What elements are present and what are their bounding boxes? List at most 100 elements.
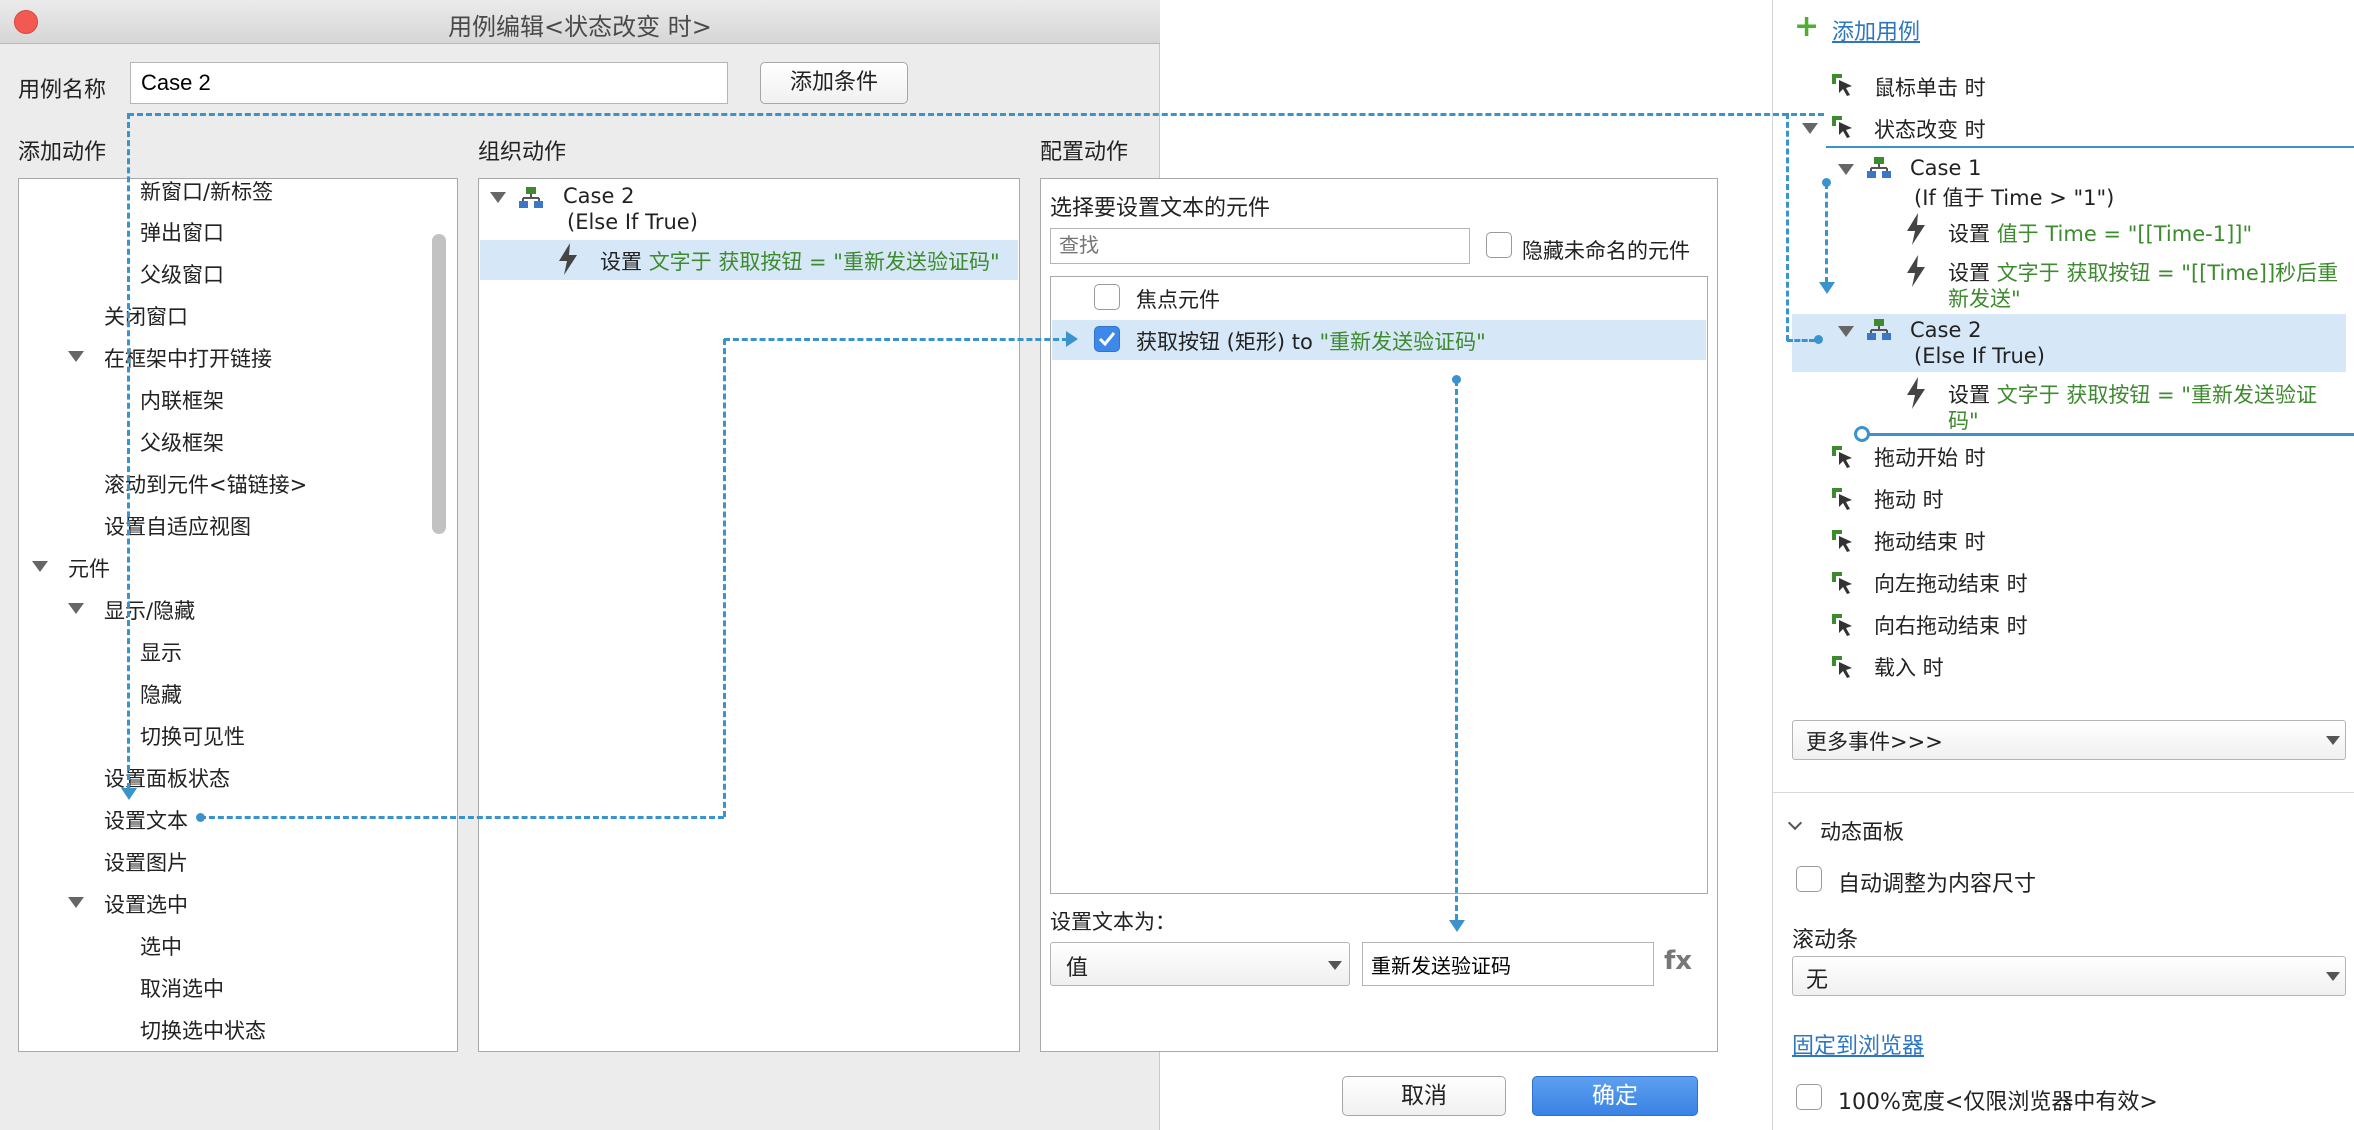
add-action-panel bbox=[18, 178, 458, 1052]
action-hide[interactable]: 隐藏 bbox=[140, 679, 182, 709]
action-detail: 文字于 获取按钮 = "重新发送验证码" bbox=[648, 250, 1000, 274]
action-detail-cont: 新发送" bbox=[1948, 287, 2021, 311]
hide-unnamed-label: 隐藏未命名的元件 bbox=[1522, 239, 1690, 263]
organize-action-panel bbox=[478, 178, 1020, 1052]
organize-case-condition: (Else If True) bbox=[567, 210, 698, 234]
event-cursor-icon bbox=[1832, 116, 1852, 138]
more-events-value: 更多事件>>> bbox=[1806, 730, 1943, 754]
event-mouse-click[interactable]: 鼠标单击 时 bbox=[1874, 72, 1986, 102]
ok-button[interactable]: 确定 bbox=[1532, 1076, 1698, 1116]
connector-arrow bbox=[1449, 920, 1465, 932]
event-drag[interactable]: 拖动 时 bbox=[1874, 484, 1944, 514]
action-select[interactable]: 选中 bbox=[140, 931, 182, 961]
event-load[interactable]: 载入 时 bbox=[1874, 652, 1944, 682]
action-prefix: 设置 bbox=[600, 250, 642, 274]
expand-arrow-icon[interactable] bbox=[68, 897, 84, 908]
event-cursor-icon bbox=[1832, 446, 1852, 468]
event-drag-end[interactable]: 拖动结束 时 bbox=[1874, 526, 1986, 556]
expand-arrow-icon[interactable] bbox=[68, 603, 84, 614]
case1-action1[interactable]: 设置 值于 Time = "[[Time-1]]" bbox=[1948, 218, 2252, 248]
connector-line bbox=[723, 339, 726, 817]
connector-line bbox=[724, 338, 1068, 341]
action-parent-window[interactable]: 父级窗口 bbox=[140, 259, 224, 289]
connector-arrow bbox=[1819, 282, 1835, 294]
text-type-value: 值 bbox=[1066, 956, 1089, 981]
widget-name: 获取按钮 (矩形) to bbox=[1136, 330, 1320, 354]
organize-case-label[interactable]: Case 2 bbox=[563, 184, 634, 208]
widget-list bbox=[1050, 276, 1708, 894]
add-case-link[interactable]: 添加用例 bbox=[1832, 14, 1920, 46]
action-set-text[interactable]: 设置文本 bbox=[104, 805, 188, 835]
case1-action2[interactable]: 设置 文字于 获取按钮 = "[[Time]]秒后重 新发送" bbox=[1948, 260, 2338, 312]
text-value-input[interactable] bbox=[1362, 942, 1654, 986]
organize-action-text[interactable]: 设置 文字于 获取按钮 = "重新发送验证码" bbox=[600, 246, 1000, 276]
connector-line bbox=[1787, 339, 1815, 342]
plus-icon[interactable]: + bbox=[1794, 12, 1819, 42]
action-set-selected[interactable]: 设置选中 bbox=[104, 889, 188, 919]
action-parent-frame[interactable]: 父级框架 bbox=[140, 427, 224, 457]
expand-arrow-icon[interactable] bbox=[490, 192, 506, 203]
fx-button[interactable]: fx bbox=[1664, 946, 1692, 976]
case2-action[interactable]: 设置 文字于 获取按钮 = "重新发送验证 码" bbox=[1948, 382, 2317, 434]
expand-arrow-icon[interactable] bbox=[32, 561, 48, 572]
expand-arrow-icon[interactable] bbox=[1838, 164, 1854, 175]
event-cursor-icon bbox=[1832, 488, 1852, 510]
add-action-scrollbar[interactable] bbox=[432, 234, 446, 534]
connector-line bbox=[128, 113, 1824, 116]
case-name-input[interactable] bbox=[130, 62, 728, 104]
event-cursor-icon bbox=[1832, 530, 1852, 552]
action-detail-cont: 码" bbox=[1948, 409, 1979, 433]
event-swipe-left[interactable]: 向左拖动结束 时 bbox=[1874, 568, 2028, 598]
action-unselect[interactable]: 取消选中 bbox=[140, 973, 224, 1003]
get-button-widget-text: 获取按钮 (矩形) to "重新发送验证码" bbox=[1136, 326, 1486, 356]
action-popup-window[interactable]: 弹出窗口 bbox=[140, 217, 224, 247]
case-name-label: 用例名称 bbox=[18, 78, 107, 103]
action-group-widgets[interactable]: 元件 bbox=[68, 553, 110, 583]
expand-arrow-icon[interactable] bbox=[1838, 326, 1854, 337]
get-button-checkbox[interactable] bbox=[1094, 326, 1120, 352]
connector-line bbox=[1786, 113, 1789, 341]
action-new-window[interactable]: 新窗口/新标签 bbox=[140, 176, 273, 206]
case1-condition: (If 值于 Time > "1") bbox=[1914, 186, 2115, 210]
action-scroll-to-widget[interactable]: 滚动到元件<锚链接> bbox=[104, 469, 307, 499]
event-swipe-right[interactable]: 向右拖动结束 时 bbox=[1874, 610, 2028, 640]
text-type-select[interactable] bbox=[1050, 942, 1350, 986]
action-detail: 值于 Time = "[[Time-1]]" bbox=[1996, 222, 2253, 246]
expand-arrow-icon[interactable] bbox=[1802, 123, 1818, 134]
pin-to-browser-link[interactable]: 固定到浏览器 bbox=[1792, 1028, 1924, 1060]
chevron-down-icon bbox=[2326, 972, 2340, 981]
insert-indicator-line bbox=[1868, 433, 2354, 436]
cancel-button[interactable]: 取消 bbox=[1342, 1076, 1506, 1116]
connector-line bbox=[127, 113, 130, 789]
focus-widget-checkbox[interactable] bbox=[1094, 284, 1120, 310]
action-prefix: 设置 bbox=[1948, 222, 1990, 246]
action-show[interactable]: 显示 bbox=[140, 637, 182, 667]
action-toggle-visibility[interactable]: 切换可见性 bbox=[140, 721, 245, 751]
action-prefix: 设置 bbox=[1948, 261, 1990, 285]
expand-arrow-icon[interactable] bbox=[68, 351, 84, 362]
action-show-hide[interactable]: 显示/隐藏 bbox=[104, 595, 195, 625]
dynamic-panel-section[interactable]: 动态面板 bbox=[1820, 816, 1904, 846]
event-cursor-icon bbox=[1832, 656, 1852, 678]
event-drag-start[interactable]: 拖动开始 时 bbox=[1874, 442, 1986, 472]
case-icon bbox=[519, 187, 543, 208]
widget-search-input[interactable] bbox=[1050, 228, 1470, 264]
action-toggle-selected[interactable]: 切换选中状态 bbox=[140, 1015, 266, 1045]
action-prefix: 设置 bbox=[1948, 383, 1990, 407]
widget-value: "重新发送验证码" bbox=[1319, 330, 1486, 354]
add-condition-button[interactable]: 添加条件 bbox=[760, 62, 908, 104]
lightning-icon bbox=[1907, 377, 1925, 409]
action-set-image[interactable]: 设置图片 bbox=[104, 847, 188, 877]
config-action-header: 配置动作 bbox=[1040, 140, 1129, 165]
auto-fit-checkbox[interactable] bbox=[1796, 866, 1822, 892]
hide-unnamed-checkbox[interactable] bbox=[1486, 232, 1512, 258]
scrollbar-value: 无 bbox=[1806, 968, 1829, 993]
action-close-window[interactable]: 关闭窗口 bbox=[104, 301, 188, 331]
full-width-checkbox[interactable] bbox=[1796, 1084, 1822, 1110]
checkmark-icon bbox=[1098, 332, 1116, 347]
case1-label[interactable]: Case 1 bbox=[1910, 156, 1981, 180]
action-inline-frame[interactable]: 内联框架 bbox=[140, 385, 224, 415]
event-cursor-icon bbox=[1832, 572, 1852, 594]
scrollbar-select[interactable] bbox=[1792, 956, 2346, 996]
lightning-icon bbox=[1907, 255, 1925, 287]
